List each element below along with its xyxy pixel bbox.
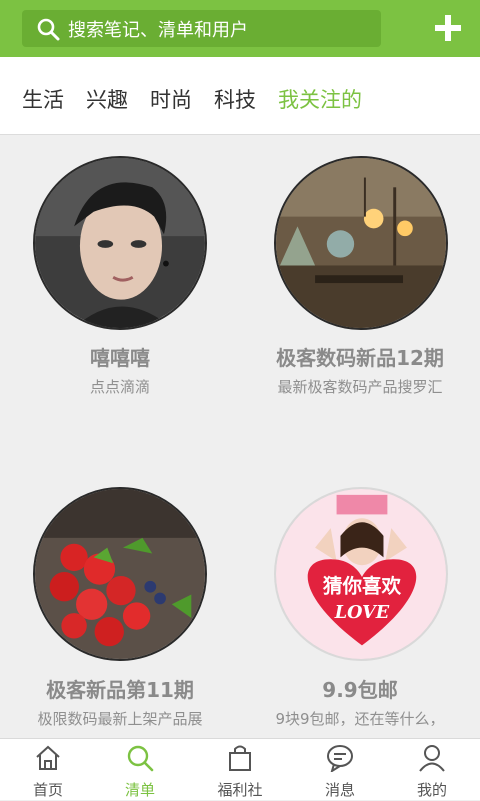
nav-home[interactable]: 首页 [0,739,96,801]
card-image-strawberries [33,487,207,661]
card-image-portrait [33,156,207,330]
card-subtitle: 点点滴滴 [89,378,150,396]
tab-following[interactable]: 我关注的 [278,84,362,114]
card-image-text: 猜你喜欢 [322,575,402,598]
chat-icon [327,745,353,772]
nav-messages[interactable]: 消息 [292,739,388,801]
list-card[interactable]: 猜你喜欢 LOVE 9.9包邮 9块9包邮，还在等什么， [240,466,480,738]
card-image-text-love: LOVE [334,602,390,623]
card-title: 极客数码新品12期 [276,346,444,370]
card-subtitle: 9块9包邮，还在等什么， [275,710,445,728]
card-subtitle: 最新极客数码产品搜罗汇 [277,378,443,396]
search-icon [37,18,60,40]
nav-label: 消息 [324,781,355,799]
nav-label: 清单 [124,781,155,799]
bottom-navigation: 首页 清单 福利社 消息 我的 [0,738,480,800]
card-image-love: 猜你喜欢 LOVE [274,487,448,661]
tab-life[interactable]: 生活 [22,84,64,114]
card-title: 9.9包邮 [322,678,398,702]
home-icon [36,745,60,770]
search-icon [127,745,154,772]
list-card[interactable]: 极客新品第11期 极限数码最新上架产品展 [0,466,240,738]
shopping-bag-icon [229,745,251,771]
top-bar: 搜索笔记、清单和用户 [0,0,480,57]
card-title: 极客新品第11期 [46,678,194,702]
card-image-workshop [274,156,448,330]
nav-label: 我的 [416,781,447,799]
card-title: 嘻嘻嘻 [90,346,150,370]
nav-label: 首页 [32,781,63,799]
list-card[interactable]: 嘻嘻嘻 点点滴滴 [0,136,240,436]
list-grid: 嘻嘻嘻 点点滴滴 极客数码新品12期 最新极客数码产品搜罗汇 极客新品第11期 … [0,136,480,738]
nav-profile[interactable]: 我的 [384,739,480,801]
nav-list[interactable]: 清单 [92,739,188,801]
tab-fashion[interactable]: 时尚 [150,84,192,114]
nav-label: 福利社 [217,781,263,799]
tab-tech[interactable]: 科技 [214,84,256,114]
user-icon [419,745,445,772]
tab-interest[interactable]: 兴趣 [86,84,128,114]
nav-welfare[interactable]: 福利社 [192,739,288,801]
category-tabs: 生活 兴趣 时尚 科技 我关注的 [0,57,480,135]
search-placeholder: 搜索笔记、清单和用户 [68,19,248,41]
search-input[interactable]: 搜索笔记、清单和用户 [22,10,381,47]
list-card[interactable]: 极客数码新品12期 最新极客数码产品搜罗汇 [240,136,480,436]
add-icon[interactable] [432,12,464,44]
card-subtitle: 极限数码最新上架产品展 [37,710,203,728]
